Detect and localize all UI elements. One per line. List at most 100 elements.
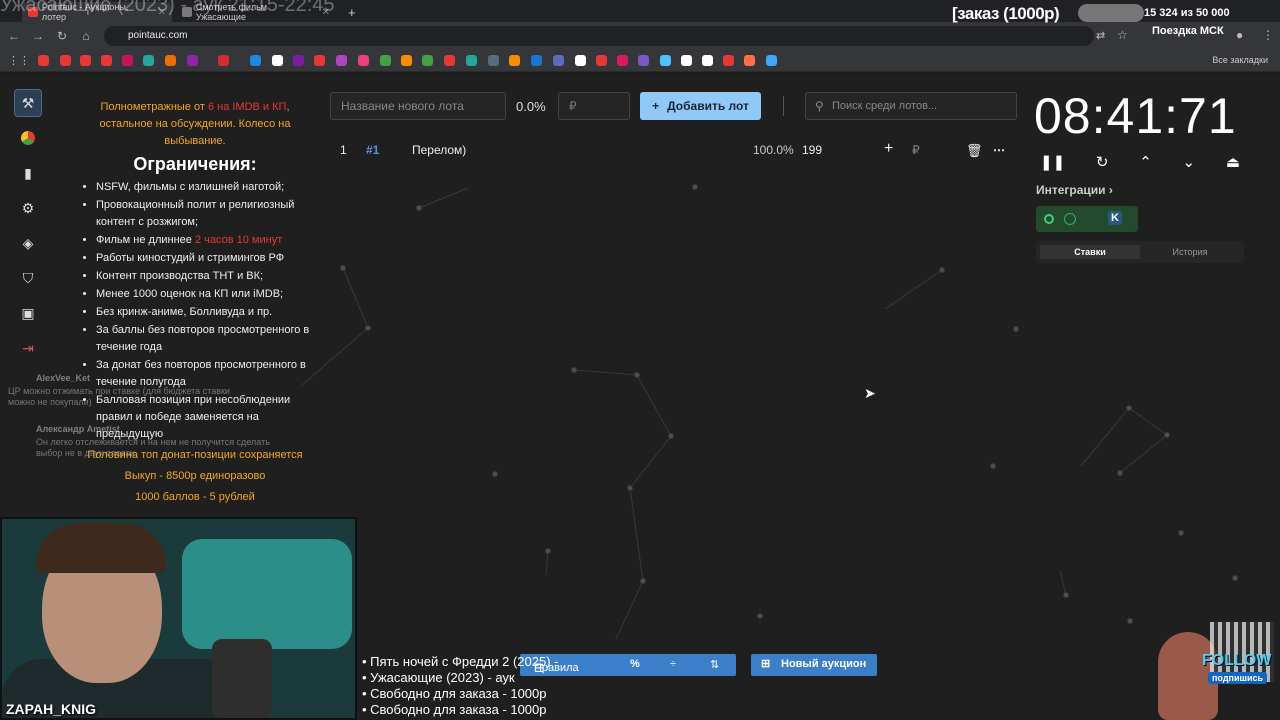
reload-icon[interactable]: ↻ <box>50 29 74 43</box>
bookmark-icon[interactable] <box>638 55 649 66</box>
integrations-status[interactable]: K <box>1036 206 1138 232</box>
rule-item: Провокационный полит и религиозный конте… <box>96 197 310 231</box>
stats-icon[interactable]: ▮ <box>14 159 42 187</box>
percent-toggle-icon[interactable]: % <box>630 658 640 670</box>
chat-author: Александр Ametist <box>36 424 120 434</box>
shield-icon[interactable]: ⛉ <box>14 264 42 292</box>
bookmark-icon[interactable] <box>314 55 325 66</box>
chat-text: Он легко отслеживается и на нем не получ… <box>36 437 270 458</box>
bookmark-icon[interactable] <box>466 55 477 66</box>
webcam-backlight <box>182 539 352 649</box>
divide-icon[interactable]: ÷ <box>670 658 676 670</box>
new-auction-button[interactable]: ⊞ Новый аукцион <box>751 654 877 676</box>
bookmark-icon[interactable] <box>358 55 369 66</box>
tab-history[interactable]: История <box>1140 245 1240 259</box>
home-icon[interactable]: ⌂ <box>74 29 98 43</box>
menu-icon[interactable]: ⋮ <box>1262 28 1274 42</box>
bookmark-icon[interactable] <box>744 55 755 66</box>
layers-icon[interactable]: ◈ <box>14 229 42 257</box>
bookmark-icon[interactable] <box>272 55 283 66</box>
queue-item: • Свободно для заказа - 1000р <box>362 686 547 701</box>
search-input[interactable]: ⚲ Поиск среди лотов... <box>805 92 1017 120</box>
bookmark-icon[interactable] <box>187 55 198 66</box>
lot-rub-input[interactable]: ₽ <box>912 143 920 157</box>
bookmark-icon[interactable] <box>488 55 499 66</box>
bookmark-icon[interactable] <box>38 55 49 66</box>
wheel-icon[interactable] <box>14 124 42 152</box>
all-bookmarks[interactable]: Все закладки <box>1212 55 1268 65</box>
browser-addressbar: ← → ↻ ⌂ pointauc.com ⇄ ☆ ● ⋮ <box>0 22 1280 50</box>
url-field[interactable]: pointauc.com <box>104 26 1094 46</box>
bookmark-icon[interactable] <box>617 55 628 66</box>
bookmark-icon[interactable] <box>660 55 671 66</box>
new-lot-input[interactable]: Название нового лота <box>330 92 506 120</box>
chat-message: Александр Ametist Он легко отслеживается… <box>8 424 288 459</box>
logout-icon[interactable]: ⇥ <box>14 334 42 362</box>
tab-bets[interactable]: Ставки <box>1040 245 1140 259</box>
rules-intro-text: Полнометражные от <box>100 101 208 113</box>
bookmark-icon[interactable] <box>509 55 520 66</box>
browser-tab-pointauc[interactable]: Pointauc - Аукционы, лотер ✕ <box>22 2 172 22</box>
bookmark-icon[interactable] <box>401 55 412 66</box>
bookmark-icon[interactable] <box>218 55 229 66</box>
sort-icon[interactable]: ⇅ <box>710 658 719 671</box>
translate-icon[interactable]: ⇄ <box>1096 29 1105 42</box>
browser-tab-film[interactable]: Смотреть фильм Ужасающие ✕ <box>176 2 336 22</box>
more-icon[interactable]: ⋯ <box>993 143 1005 157</box>
add-amount-icon[interactable]: + <box>884 140 893 158</box>
rule-item: Фильм не длиннее 2 часов 10 минут <box>96 232 310 249</box>
apps-icon[interactable]: ⋮⋮ <box>8 54 30 67</box>
new-tab-button[interactable]: + <box>342 2 362 22</box>
collapse-icon[interactable]: ⏏ <box>1226 153 1240 171</box>
bookmark-icon[interactable] <box>766 55 777 66</box>
bookmark-icon[interactable] <box>575 55 586 66</box>
bookmark-icon[interactable] <box>143 55 154 66</box>
bookmark-icon[interactable] <box>250 55 261 66</box>
reset-icon[interactable]: ↻ <box>1096 153 1109 171</box>
queue-item: • Свободно для заказа - 1000р <box>362 702 547 717</box>
lot-amount[interactable]: 199 <box>802 143 822 157</box>
order-label: [заказ (1000р) <box>952 4 1060 23</box>
forward-icon[interactable]: → <box>26 29 50 43</box>
search-placeholder: Поиск среди лотов... <box>832 100 938 112</box>
lot-row[interactable]: 1 #1 Перелом) 100.0% 199 + ₽ 🗑 ⋯ <box>330 139 1016 161</box>
bookmark-icon[interactable] <box>702 55 713 66</box>
profile-icon[interactable]: ● <box>1236 28 1243 42</box>
bookmark-icon[interactable] <box>444 55 455 66</box>
close-tab-icon[interactable]: ✕ <box>322 7 330 18</box>
bookmark-icon[interactable] <box>60 55 71 66</box>
bookmark-icon[interactable] <box>101 55 112 66</box>
bookmark-icon[interactable] <box>553 55 564 66</box>
chevron-down-icon[interactable]: ⌄ <box>1183 153 1196 171</box>
integrations-header[interactable]: Интеграции › <box>1036 183 1113 197</box>
chevron-up-icon[interactable]: ⌃ <box>1139 153 1152 171</box>
bookmark-icon[interactable] <box>422 55 433 66</box>
hammer-icon[interactable]: ⚒ <box>14 89 42 117</box>
pause-icon[interactable]: ❚❚ <box>1040 153 1065 171</box>
timer-controls: ❚❚ ↻ ⌃ ⌄ ⏏ <box>1040 153 1240 171</box>
lot-name[interactable]: Перелом) <box>412 143 466 157</box>
rules-footer: Выкуп - 8500р единоразово <box>124 470 266 482</box>
amount-input[interactable]: ₽ <box>558 92 630 120</box>
rule-item: Работы киностудий и стримингов РФ <box>96 250 310 267</box>
order-queue: • Пять ночей с Фредди 2 (2025) - • Ужаса… <box>362 654 558 718</box>
add-lot-button[interactable]: + Добавить лот <box>640 92 761 120</box>
video-icon[interactable]: ▣ <box>14 299 42 327</box>
bookmark-icon[interactable] <box>293 55 304 66</box>
close-tab-icon[interactable]: ✕ <box>158 7 166 18</box>
bookmark-icon[interactable] <box>80 55 91 66</box>
gear-icon[interactable]: ⚙ <box>14 194 42 222</box>
bookmark-icon[interactable] <box>380 55 391 66</box>
trash-icon[interactable]: 🗑 <box>966 143 983 159</box>
bookmark-icon[interactable] <box>165 55 176 66</box>
bookmark-icon[interactable] <box>531 55 542 66</box>
star-icon[interactable]: ☆ <box>1117 28 1128 42</box>
bookmark-icon[interactable] <box>336 55 347 66</box>
bookmark-icon[interactable] <box>596 55 607 66</box>
bookmark-icon[interactable] <box>723 55 734 66</box>
bookmark-icon[interactable] <box>681 55 692 66</box>
back-icon[interactable]: ← <box>2 29 26 43</box>
url-text: pointauc.com <box>128 30 188 41</box>
bookmark-icon[interactable] <box>122 55 133 66</box>
rule-duration: 2 часов 10 минут <box>194 234 283 246</box>
